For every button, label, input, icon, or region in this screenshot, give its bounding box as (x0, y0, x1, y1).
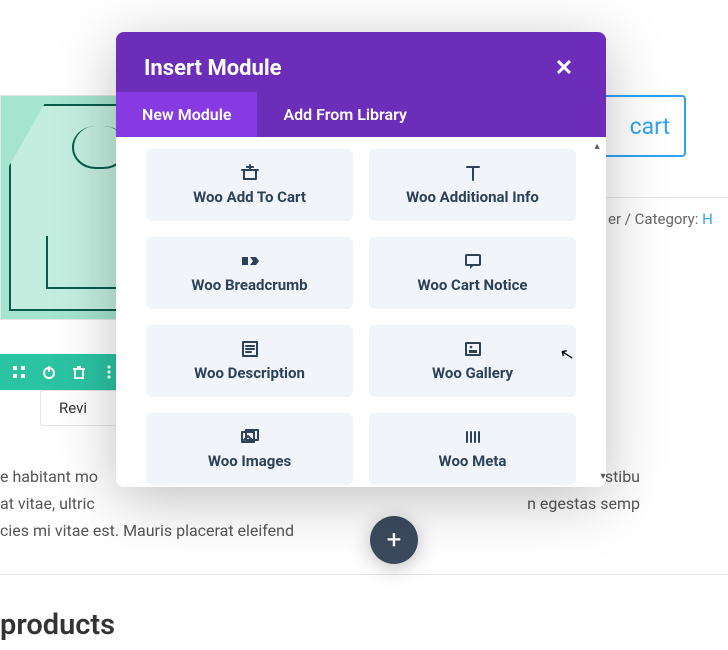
tab-new-module[interactable]: New Module (116, 92, 257, 137)
modal-title: Insert Module (144, 56, 282, 81)
cart-icon (240, 164, 260, 182)
module-label: Woo Images (208, 452, 291, 470)
insert-module-modal: Insert Module ✕ New Module Add From Libr… (116, 32, 606, 487)
images-icon (240, 428, 260, 446)
divider (0, 574, 728, 575)
breadcrumb-icon (240, 252, 260, 270)
trash-icon[interactable] (64, 354, 94, 390)
module-woo-meta[interactable]: Woo Meta (369, 413, 576, 485)
text-icon (463, 164, 483, 182)
section-toolbar[interactable] (0, 354, 128, 390)
category-prefix: er / Category: (608, 210, 702, 228)
related-products-heading: products (0, 608, 115, 642)
module-woo-additional-info[interactable]: Woo Additional Info (369, 149, 576, 221)
tab-add-from-library[interactable]: Add From Library (257, 92, 432, 137)
plus-icon: + (387, 525, 402, 555)
close-icon[interactable]: ✕ (550, 54, 578, 82)
module-woo-add-to-cart[interactable]: Woo Add To Cart (146, 149, 353, 221)
module-label: Woo Gallery (432, 364, 513, 382)
module-label: Woo Breadcrumb (191, 276, 307, 294)
power-icon[interactable] (34, 354, 64, 390)
category-link[interactable]: H (702, 210, 713, 228)
modal-header-strip: Insert Module ✕ New Module Add From Libr… (116, 32, 606, 137)
module-woo-images[interactable]: Woo Images (146, 413, 353, 485)
module-grid: Woo Add To Cart Woo Additional Info Woo … (146, 149, 576, 487)
modal-tabs: New Module Add From Library (116, 92, 606, 137)
para-frag-2b: n egestas semp (527, 490, 640, 517)
para-frag-3: cies mi vitae est. Mauris placerat eleif… (0, 521, 294, 540)
grid-icon[interactable] (4, 354, 34, 390)
tab-label: Revi (59, 399, 87, 417)
cart-button-label: cart (630, 113, 670, 140)
module-label: Woo Add To Cart (193, 188, 306, 206)
scroll-up-arrow-icon[interactable]: ▴ (591, 140, 603, 152)
module-woo-cart-notice[interactable]: Woo Cart Notice (369, 237, 576, 309)
para-frag-1: e habitant mo (0, 463, 98, 490)
add-module-button[interactable]: + (370, 516, 418, 564)
description-icon (240, 340, 260, 358)
module-label: Woo Meta (439, 452, 507, 470)
modal-body: ▴ Woo Add To Cart Woo Additional Info Wo… (116, 137, 606, 487)
scroll-down-arrow-icon[interactable]: ▾ (600, 471, 606, 487)
module-woo-breadcrumb[interactable]: Woo Breadcrumb (146, 237, 353, 309)
meta-icon (463, 428, 483, 446)
para-frag-2: at vitae, ultric (0, 490, 95, 517)
module-label: Woo Cart Notice (417, 276, 527, 294)
module-woo-description[interactable]: Woo Description (146, 325, 353, 397)
notice-icon (463, 252, 483, 270)
module-woo-gallery[interactable]: Woo Gallery (369, 325, 576, 397)
module-label: Woo Description (194, 364, 305, 382)
gallery-icon (463, 340, 483, 358)
module-label: Woo Additional Info (406, 188, 539, 206)
